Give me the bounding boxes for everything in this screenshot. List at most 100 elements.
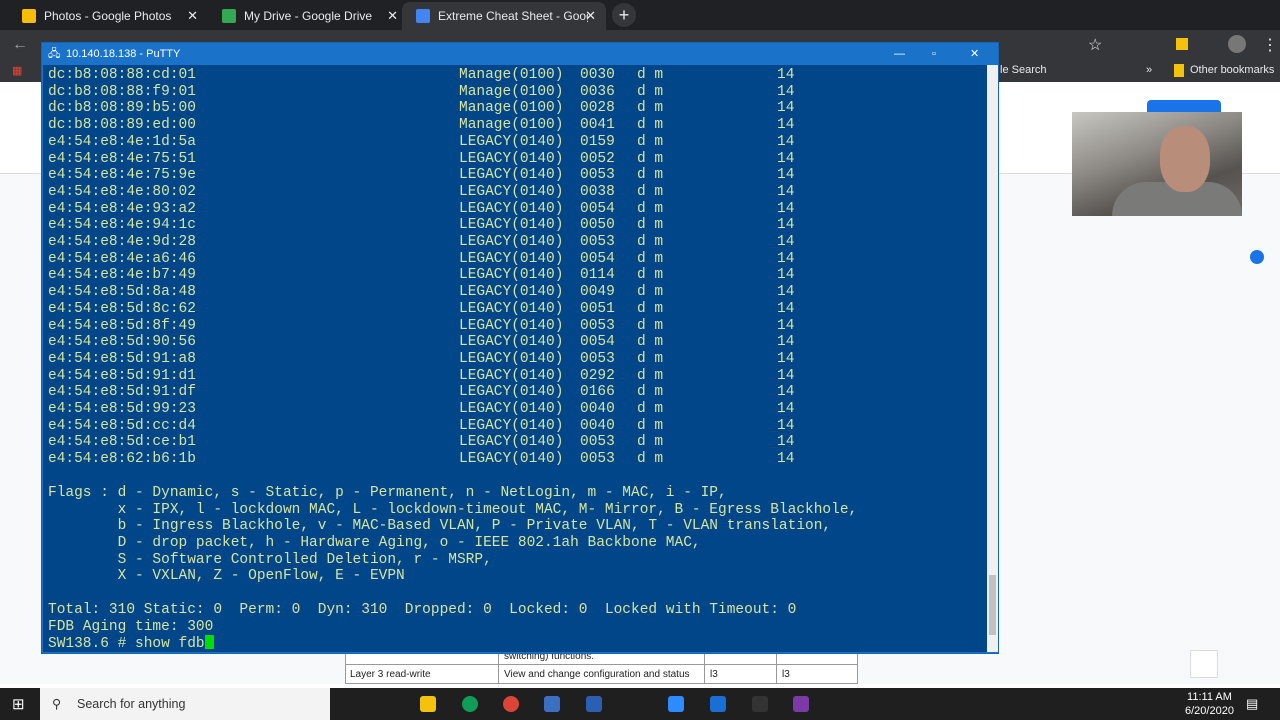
port: 14 [777, 250, 795, 267]
star-icon[interactable]: ☆ [1088, 35, 1102, 55]
port: 14 [777, 334, 795, 351]
mac-address: e4:54:e8:4e:b7:49 [48, 267, 196, 284]
explore-icon[interactable] [1190, 650, 1218, 678]
port: 14 [777, 350, 795, 367]
mac-address: e4:54:e8:5d:ce:b1 [48, 434, 196, 451]
vlan: Manage(0100) [459, 83, 564, 100]
webcam-overlay [1072, 112, 1242, 216]
flags: d m [637, 100, 664, 117]
maximize-button[interactable]: ▫ [932, 43, 936, 65]
port: 14 [777, 100, 795, 117]
flags-legend: Flags : d - Dynamic, s - Static, p - Per… [48, 485, 857, 585]
flags: d m [637, 117, 664, 134]
vlan: Manage(0100) [459, 67, 564, 83]
vlan: LEGACY(0140) [459, 367, 564, 384]
tab-google-photos[interactable]: Photos - Google Photos ✕ [8, 2, 208, 30]
tab-extreme-cheat-sheet[interactable]: Extreme Cheat Sheet - Google Di✕ [402, 2, 606, 30]
tab-google-drive[interactable]: My Drive - Google Drive ✕ [208, 2, 408, 30]
doc-table: switching) functions. Layer 3 read-write… [345, 650, 858, 684]
vlan: LEGACY(0140) [459, 167, 564, 184]
putty-taskbar-icon[interactable] [544, 696, 560, 712]
age: 0053 [580, 451, 615, 468]
terminal-scrollbar[interactable] [987, 65, 998, 652]
edge-icon[interactable] [462, 696, 478, 712]
flags: d m [637, 133, 664, 150]
flags: d m [637, 150, 664, 167]
age: 0040 [580, 417, 615, 434]
close-tab-icon[interactable]: ✕ [585, 8, 596, 24]
mac-address: e4:54:e8:4e:94:1c [48, 217, 196, 234]
wireshark-icon[interactable] [710, 696, 726, 712]
file-explorer-icon[interactable] [420, 696, 436, 712]
tasks-icon[interactable] [1250, 250, 1264, 264]
menu-icon[interactable]: ⋮ [1262, 35, 1278, 55]
mac-address: e4:54:e8:4e:93:a2 [48, 200, 196, 217]
putty-window[interactable]: 🖧 10.140.18.138 - PuTTY — ▫ ✕ Flags : d … [41, 42, 999, 654]
extension-icon[interactable] [1176, 38, 1188, 50]
mac-address: e4:54:e8:5d:90:56 [48, 334, 196, 351]
photos-icon [22, 9, 36, 23]
vlan: LEGACY(0140) [459, 183, 564, 200]
table-cell: View and change configuration and status [504, 669, 690, 680]
scrollbar-thumb[interactable] [989, 575, 996, 635]
back-icon[interactable]: ← [12, 36, 28, 54]
bookmarks-overflow[interactable]: » [1146, 64, 1152, 76]
age: 0030 [580, 67, 615, 83]
vlan: LEGACY(0140) [459, 284, 564, 301]
flags-line: x - IPX, l - lockdown MAC, L - lockdown-… [48, 501, 858, 518]
prompt-text: SW138.6 # show fdb [48, 636, 205, 652]
port: 14 [777, 417, 795, 434]
tab-title: Photos - Google Photos [44, 9, 172, 23]
age: 0053 [580, 434, 615, 451]
flags: d m [637, 234, 664, 250]
powershell-icon[interactable] [586, 696, 602, 712]
terminal-output[interactable]: Flags : d - Dynamic, s - Static, p - Per… [43, 65, 987, 652]
browser-tab-bar: Photos - Google Photos ✕ My Drive - Googl… [0, 0, 1280, 30]
apps-icon[interactable]: ▦ [12, 64, 22, 77]
close-button[interactable]: ✕ [970, 43, 979, 65]
vlan: LEGACY(0140) [459, 451, 564, 468]
vlan: Manage(0100) [459, 100, 564, 117]
putty-title-bar[interactable]: 🖧 10.140.18.138 - PuTTY — ▫ ✕ [42, 43, 998, 65]
table-cell: l3 [710, 669, 718, 680]
port: 14 [777, 67, 795, 83]
flags: d m [637, 417, 664, 434]
vlan: LEGACY(0140) [459, 250, 564, 267]
app-icon[interactable] [752, 696, 768, 712]
age: 0052 [580, 150, 615, 167]
search-icon: ⚲ [52, 697, 62, 711]
flags: d m [637, 350, 664, 367]
other-bookmarks[interactable]: Other bookmarks [1190, 64, 1274, 76]
port: 14 [777, 367, 795, 384]
flags: d m [637, 384, 664, 401]
flags: d m [637, 451, 664, 468]
taskbar-search[interactable]: ⚲ Search for anything [40, 688, 330, 720]
bookmark-item[interactable]: le Search [1000, 64, 1046, 76]
profile-avatar[interactable] [1228, 35, 1246, 53]
zoom-icon[interactable] [668, 696, 684, 712]
windows-taskbar: ⊞ ⚲ Search for anything 11:11 AM 6/20/2020… [0, 688, 1280, 720]
port: 14 [777, 117, 795, 134]
command-prompt[interactable]: SW138.6 # show fdb [48, 635, 214, 652]
system-clock[interactable]: 11:11 AM 6/20/2020 [1185, 690, 1234, 718]
mac-address: e4:54:e8:5d:99:23 [48, 401, 196, 417]
flags-line: b - Ingress Blackhole, v - MAC-Based VLA… [48, 518, 832, 535]
flags: d m [637, 83, 664, 100]
close-tab-icon[interactable]: ✕ [187, 8, 198, 24]
age: 0053 [580, 350, 615, 367]
close-tab-icon[interactable]: ✕ [387, 8, 398, 24]
chrome-icon[interactable] [503, 696, 519, 712]
age: 0054 [580, 250, 615, 267]
flags: d m [637, 167, 664, 184]
mac-address: e4:54:e8:5d:91:a8 [48, 350, 196, 367]
windows-start-icon[interactable]: ⊞ [12, 695, 25, 713]
age: 0051 [580, 300, 615, 317]
vlan: LEGACY(0140) [459, 334, 564, 351]
new-tab-button[interactable]: + [612, 3, 636, 27]
notifications-icon[interactable]: ▤ [1246, 696, 1258, 712]
minimize-button[interactable]: — [894, 43, 905, 65]
age: 0041 [580, 117, 615, 134]
onenote-icon[interactable] [793, 696, 809, 712]
mac-address: e4:54:e8:5d:8f:49 [48, 317, 196, 334]
flags-line: D - drop packet, h - Hardware Aging, o -… [48, 535, 701, 552]
